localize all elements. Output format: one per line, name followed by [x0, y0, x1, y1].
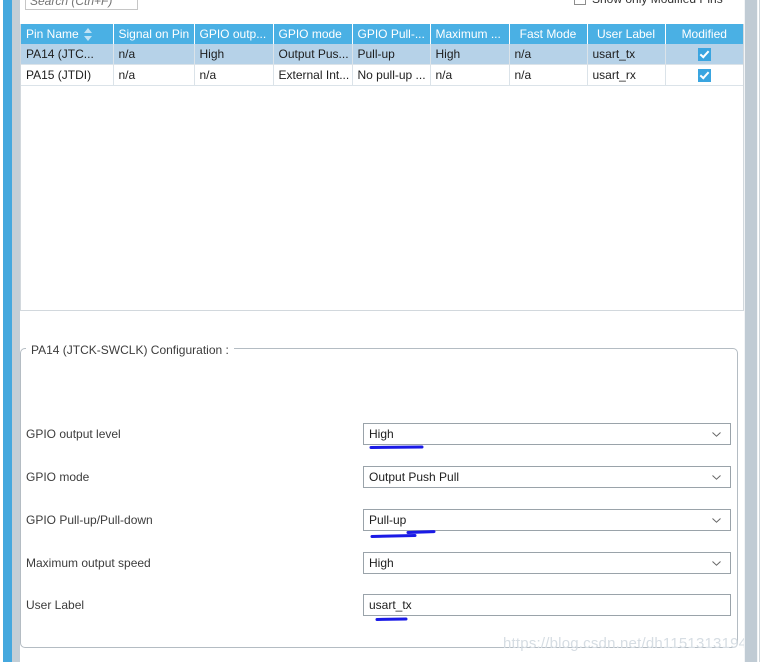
combo-value: Output Push Pull: [369, 470, 460, 484]
cell-user-label: usart_rx: [587, 64, 666, 86]
cell-gpio-pull: No pull-up ...: [352, 64, 431, 86]
cell-gpio-pull: Pull-up: [352, 44, 431, 65]
combo-value: High: [369, 427, 394, 441]
label-gpio-pull-up-pull-down: GPIO Pull-up/Pull-down: [26, 513, 153, 527]
column-header-pin-name[interactable]: Pin Name: [21, 24, 114, 44]
show-only-modified-pins-label: Show only Modified Pins: [592, 0, 723, 6]
column-header-label: GPIO Pull-...: [357, 27, 425, 41]
column-header-label: Fast Mode: [519, 27, 577, 41]
column-header-maximum-speed[interactable]: Maximum ...: [430, 24, 510, 44]
column-header-user-label[interactable]: User Label: [587, 24, 666, 44]
cell-maximum-speed: High: [430, 44, 510, 65]
modified-checkbox[interactable]: [697, 69, 711, 83]
form-row-user-label: User Label usart_tx: [0, 594, 731, 616]
column-header-gpio-pull[interactable]: GPIO Pull-...: [352, 24, 431, 44]
label-gpio-output-level: GPIO output level: [26, 427, 121, 441]
form-row-gpio-output-level: GPIO output level High: [0, 423, 731, 445]
toolbar: Show only Modified Pins: [20, 0, 744, 22]
table-row[interactable]: PA15 (JTDI) n/a n/a External Int... No p…: [21, 64, 743, 86]
combo-value: High: [369, 556, 394, 570]
search-input[interactable]: [25, 0, 138, 10]
column-header-gpio-mode[interactable]: GPIO mode: [273, 24, 353, 44]
column-header-modified[interactable]: Modified: [665, 24, 743, 44]
cell-signal-on-pin: n/a: [113, 44, 195, 65]
column-header-gpio-output-level[interactable]: GPIO outp...: [194, 24, 274, 44]
cell-signal-on-pin: n/a: [113, 64, 195, 86]
cell-pin-name: PA14 (JTC...: [21, 44, 114, 65]
column-header-label: GPIO mode: [278, 27, 342, 41]
cell-modified[interactable]: [665, 44, 743, 65]
combo-value: Pull-up: [369, 513, 407, 527]
column-header-label: Signal on Pin: [118, 27, 190, 41]
cell-user-label: usart_tx: [587, 44, 666, 65]
column-header-label: Pin Name: [26, 27, 79, 41]
cell-gpio-output-level: High: [194, 44, 274, 65]
cell-maximum-speed: n/a: [430, 64, 510, 86]
table-header-row: Pin Name Signal on Pin GPIO outp... GPIO…: [21, 24, 743, 44]
column-header-label: Maximum ...: [435, 27, 501, 41]
form-row-maximum-output-speed: Maximum output speed High: [0, 552, 731, 574]
cell-gpio-mode: Output Pus...: [273, 44, 353, 65]
combo-gpio-mode[interactable]: Output Push Pull: [363, 466, 731, 488]
panel-scrollbar-thumb[interactable]: [745, 0, 757, 662]
cell-gpio-output-level: n/a: [194, 64, 274, 86]
combo-maximum-output-speed[interactable]: High: [363, 552, 731, 574]
label-user-label: User Label: [26, 598, 85, 612]
form-row-gpio-mode: GPIO mode Output Push Pull: [0, 466, 731, 488]
input-value: usart_tx: [369, 598, 412, 612]
column-header-fast-mode[interactable]: Fast Mode: [509, 24, 588, 44]
cell-pin-name: PA15 (JTDI): [21, 64, 114, 86]
chevron-down-icon[interactable]: [712, 561, 721, 566]
table-row[interactable]: PA14 (JTC... n/a High Output Pus... Pull…: [21, 44, 743, 65]
config-groupbox-title: PA14 (JTCK-SWCLK) Configuration :: [26, 343, 234, 357]
sort-indicator-icon[interactable]: [83, 27, 93, 41]
modified-checkbox[interactable]: [697, 48, 711, 62]
chevron-down-icon[interactable]: [712, 475, 721, 480]
combo-gpio-output-level[interactable]: High: [363, 423, 731, 445]
watermark: https://blog.csdn.net/dh1151313194: [503, 635, 748, 652]
column-header-label: User Label: [596, 27, 656, 41]
input-user-label[interactable]: usart_tx: [363, 594, 731, 616]
chevron-down-icon[interactable]: [712, 518, 721, 523]
cell-fast-mode: n/a: [509, 64, 588, 86]
form-row-gpio-pull: GPIO Pull-up/Pull-down Pull-up: [0, 509, 731, 531]
cell-fast-mode: n/a: [509, 44, 588, 65]
column-header-label: Modified: [681, 27, 727, 41]
pin-configuration-table[interactable]: Pin Name Signal on Pin GPIO outp... GPIO…: [20, 24, 744, 311]
cell-gpio-mode: External Int...: [273, 64, 353, 86]
column-header-label: GPIO outp...: [199, 27, 267, 41]
label-gpio-mode: GPIO mode: [26, 470, 90, 484]
column-header-signal-on-pin[interactable]: Signal on Pin: [113, 24, 195, 44]
pin-table: Pin Name Signal on Pin GPIO outp... GPIO…: [21, 24, 743, 86]
chevron-down-icon[interactable]: [712, 432, 721, 437]
combo-gpio-pull-up-pull-down[interactable]: Pull-up: [363, 509, 731, 531]
cell-modified[interactable]: [665, 64, 743, 86]
outer-scrollbar[interactable]: [759, 0, 766, 662]
show-only-modified-pins-checkbox[interactable]: [574, 0, 586, 5]
label-maximum-output-speed: Maximum output speed: [26, 556, 151, 570]
show-only-modified-pins-option[interactable]: Show only Modified Pins: [574, 0, 723, 6]
